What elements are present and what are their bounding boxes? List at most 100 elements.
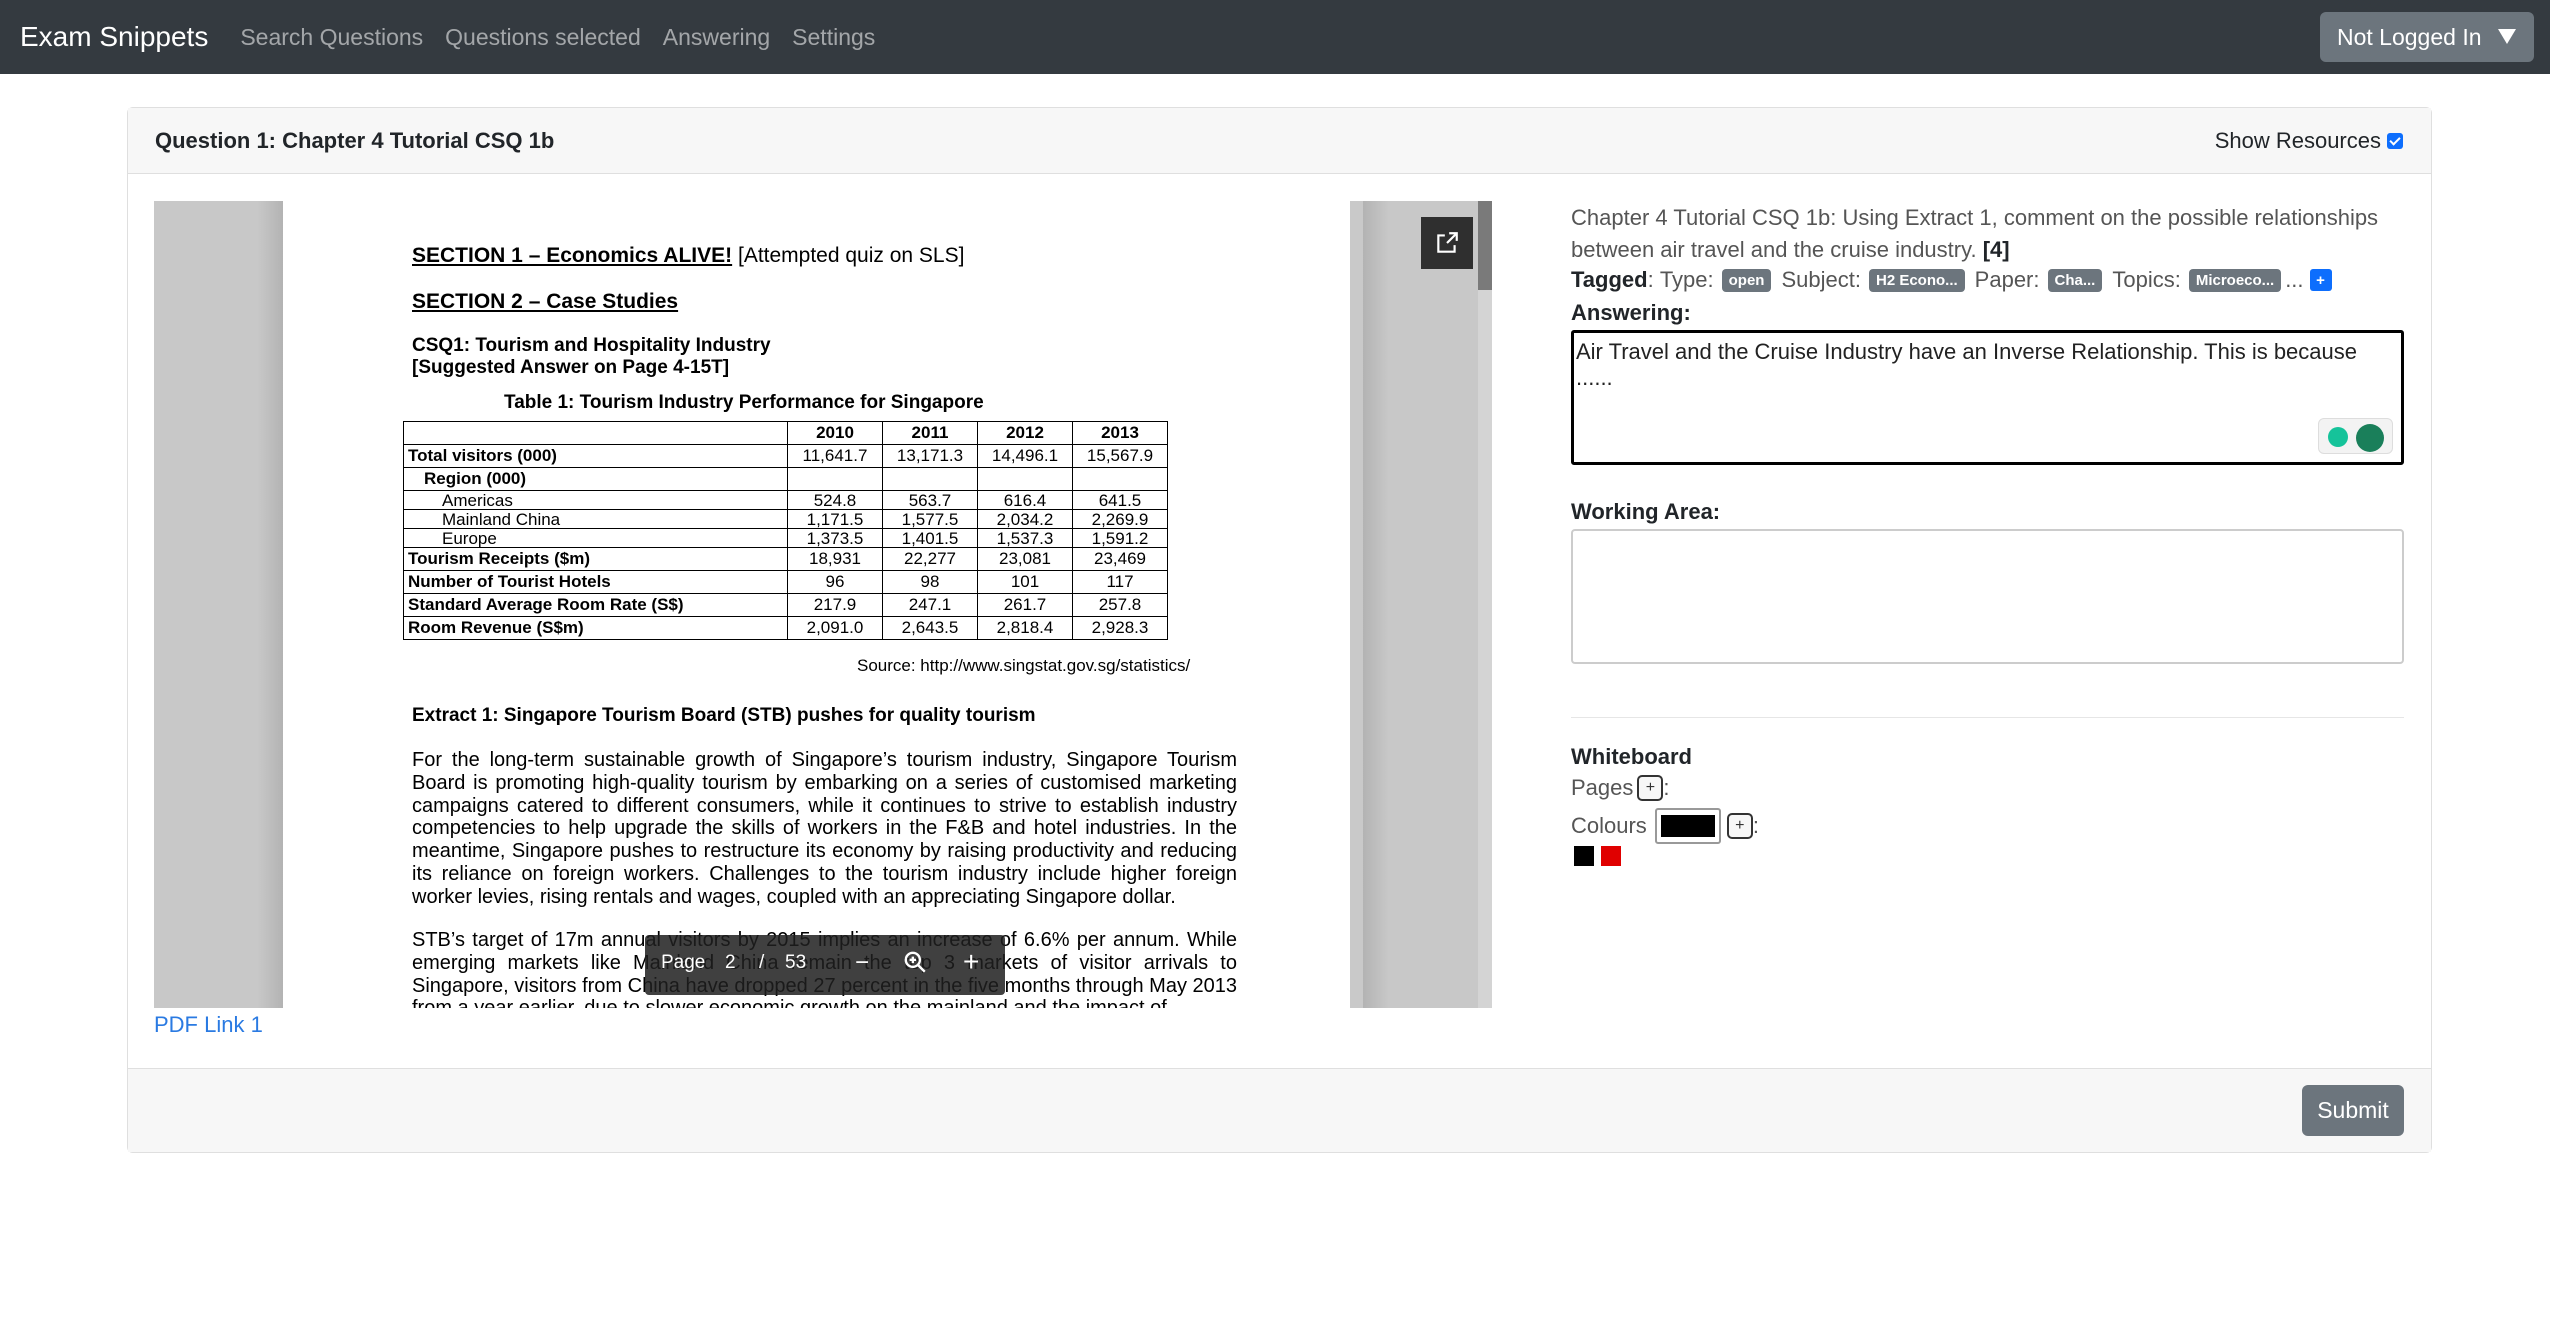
paper-badge: Cha...: [2047, 268, 2103, 292]
table-row: Americas 524.8 563.7 616.4 641.5: [403, 490, 1168, 510]
table-row-label: Mainland China: [403, 509, 788, 529]
table-cell: 524.8: [787, 490, 883, 510]
table-cell: 2,034.2: [977, 509, 1073, 529]
table-cell: 1,171.5: [787, 509, 883, 529]
viewer-gutter-right: [1363, 201, 1492, 1008]
table-cell: 2,091.0: [787, 616, 883, 640]
tags-row: Tagged: Type: open Subject: H2 Econo... …: [1571, 267, 2332, 293]
pdf-csq1: CSQ1: Tourism and Hospitality Industry: [412, 335, 771, 356]
colour-swatch-red[interactable]: [1601, 846, 1621, 866]
pdf-extract-title: Extract 1: Singapore Tourism Board (STB)…: [412, 705, 1036, 726]
table-cell: 2,928.3: [1072, 616, 1168, 640]
pdf-table-title: Table 1: Tourism Industry Performance fo…: [504, 392, 984, 413]
table-row-label: Number of Tourist Hotels: [403, 570, 788, 594]
add-colour-button[interactable]: +: [1726, 813, 1753, 839]
nav-settings[interactable]: Settings: [792, 24, 875, 51]
tagged-label: Tagged: [1571, 267, 1648, 292]
table-cell: 1,577.5: [882, 509, 978, 529]
table-cell: [977, 467, 1073, 491]
table-row: Region (000): [403, 467, 1168, 491]
table-corner-cell: [403, 421, 788, 445]
more-topics: ...: [2285, 267, 2304, 292]
table-row-label: Standard Average Room Rate (S$): [403, 593, 788, 617]
pages-label: Pages: [1571, 775, 1634, 800]
question-title: Question 1: Chapter 4 Tutorial CSQ 1b: [155, 128, 555, 153]
add-tag-button[interactable]: +: [2309, 269, 2332, 291]
pdf-page: SECTION 1 – Economics ALIVE! [Attempted …: [283, 201, 1350, 1008]
nav-search-questions[interactable]: Search Questions: [240, 24, 423, 51]
caret-down-icon: [2498, 29, 2516, 44]
table-cell: 13,171.3: [882, 444, 978, 468]
open-external-icon[interactable]: [1421, 217, 1473, 269]
paper-label: Paper:: [1974, 267, 2040, 292]
pdf-paragraph-1: For the long-term sustainable growth of …: [412, 749, 1237, 908]
table-cell: 1,401.5: [882, 528, 978, 548]
working-area-textarea[interactable]: [1571, 529, 2404, 664]
lightbulb-icon[interactable]: [2328, 427, 2348, 447]
show-resources-checkbox[interactable]: [2387, 133, 2403, 149]
zoom-out-icon[interactable]: −: [855, 949, 869, 977]
table-year-header: 2013: [1072, 421, 1168, 445]
login-dropdown-button[interactable]: Not Logged In: [2320, 12, 2534, 62]
submit-button[interactable]: Submit: [2302, 1085, 2404, 1136]
viewer-scrollbar[interactable]: [1478, 201, 1492, 1008]
table-row: Standard Average Room Rate (S$) 217.9 247.…: [403, 593, 1168, 617]
page-number-input[interactable]: 2: [725, 952, 736, 974]
viewer-gutter-left: [154, 201, 283, 1008]
table-cell: 563.7: [882, 490, 978, 510]
table-row-label: Europe: [403, 528, 788, 548]
table-cell: 1,591.2: [1072, 528, 1168, 548]
zoom-in-icon[interactable]: +: [963, 946, 979, 978]
question-text: Chapter 4 Tutorial CSQ 1b: Using Extract…: [1571, 205, 2379, 262]
table-cell: 257.8: [1072, 593, 1168, 617]
table-row-label: Americas: [403, 490, 788, 510]
table-year-header: 2012: [977, 421, 1073, 445]
pdf-toolbar: Page 2 / 53 − +: [645, 935, 1005, 995]
navbar: Exam Snippets Search Questions Questions…: [0, 0, 2550, 74]
tourism-table: 2010 2011 2012 2013 Total visitors (000) 11,6…: [403, 421, 1168, 640]
table-cell: 96: [787, 570, 883, 594]
table-cell: 217.9: [787, 593, 883, 617]
page-label: Page: [661, 952, 706, 973]
type-label: Type:: [1659, 267, 1714, 292]
table-cell: 1,373.5: [787, 528, 883, 548]
table-cell: 23,081: [977, 547, 1073, 571]
pdf-link[interactable]: PDF Link 1: [154, 1012, 263, 1038]
colour-swatch-black[interactable]: [1574, 846, 1594, 866]
pdf-csq1-sub: [Suggested Answer on Page 4-15T]: [412, 357, 730, 378]
table-cell: 11,641.7: [787, 444, 883, 468]
pdf-section2: SECTION 2 – Case Studies: [412, 290, 679, 313]
grammarly-icon[interactable]: [2356, 424, 2384, 452]
whiteboard-title: Whiteboard: [1571, 744, 1692, 769]
colour-picker[interactable]: [1654, 808, 1721, 844]
pdf-source: Source: http://www.singstat.gov.sg/stati…: [857, 656, 1191, 675]
type-badge: open: [1721, 268, 1772, 292]
table-year-header: 2011: [882, 421, 978, 445]
nav-answering[interactable]: Answering: [663, 24, 770, 51]
scrollbar-thumb[interactable]: [1478, 201, 1492, 290]
table-cell: 23,469: [1072, 547, 1168, 571]
page-separator: /: [759, 952, 765, 973]
answer-textarea[interactable]: Air Travel and the Cruise Industry have …: [1571, 330, 2404, 465]
table-cell: 15,567.9: [1072, 444, 1168, 468]
table-cell: 247.1: [882, 593, 978, 617]
nav-questions-selected[interactable]: Questions selected: [445, 24, 641, 51]
show-resources-label: Show Resources: [2214, 128, 2381, 153]
table-row: Mainland China 1,171.5 1,577.5 2,034.2 2,269…: [403, 509, 1168, 529]
pdf-section1: SECTION 1 – Economics ALIVE! [Attempted …: [412, 244, 965, 267]
table-row: Tourism Receipts ($m) 18,931 22,277 23,081 2…: [403, 547, 1168, 571]
table-cell: [787, 467, 883, 491]
grammarly-widget[interactable]: [2318, 418, 2393, 454]
zoom-icon[interactable]: [902, 949, 928, 981]
divider: [1571, 717, 2404, 718]
table-row: Europe 1,373.5 1,401.5 1,537.3 1,591.2: [403, 528, 1168, 548]
table-cell: 14,496.1: [977, 444, 1073, 468]
colours-label: Colours: [1571, 813, 1647, 838]
add-page-button[interactable]: +: [1637, 775, 1664, 801]
pdf-viewer[interactable]: SECTION 1 – Economics ALIVE! [Attempted …: [154, 201, 1492, 1008]
brand[interactable]: Exam Snippets: [20, 21, 208, 53]
show-resources-toggle[interactable]: Show Resources: [2215, 128, 2403, 154]
table-row-label: Tourism Receipts ($m): [403, 547, 788, 571]
login-label: Not Logged In: [2337, 23, 2482, 50]
table-cell: 22,277: [882, 547, 978, 571]
